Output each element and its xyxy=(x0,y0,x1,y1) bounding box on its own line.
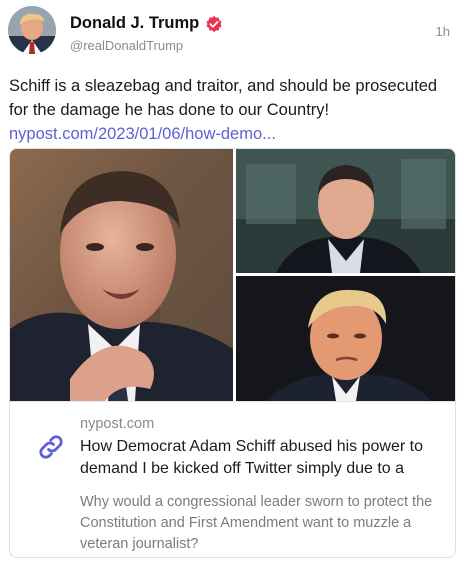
author-handle[interactable]: @realDonaldTrump xyxy=(70,38,183,53)
link-domain: nypost.com xyxy=(80,416,155,432)
verified-badge-icon xyxy=(206,15,222,32)
link-icon xyxy=(39,435,63,459)
truth-social-post: Donald J. Trump @realDonaldTrump 1h Schi… xyxy=(0,0,464,569)
link-preview-info[interactable]: nypost.com How Democrat Adam Schiff abus… xyxy=(10,401,455,557)
author-avatar[interactable] xyxy=(8,6,56,54)
link-title[interactable]: How Democrat Adam Schiff abused his powe… xyxy=(80,436,442,480)
post-text: Schiff is a sleazebag and traitor, and s… xyxy=(9,77,438,119)
author-name-row: Donald J. Trump xyxy=(70,14,223,33)
photo-donald-trump xyxy=(236,276,455,401)
photo-matt-taibbi xyxy=(236,149,455,273)
post-body: Schiff is a sleazebag and traitor, and s… xyxy=(9,74,457,146)
post-link[interactable]: nypost.com/2023/01/06/how-demo... xyxy=(9,125,276,143)
link-description: Why would a congressional leader sworn t… xyxy=(80,494,433,552)
post-timestamp[interactable]: 1h xyxy=(436,24,450,39)
avatar-photo xyxy=(8,6,56,54)
author-display-name[interactable]: Donald J. Trump xyxy=(70,14,199,33)
link-preview-card[interactable]: nypost.com How Democrat Adam Schiff abus… xyxy=(9,148,456,558)
photo-adam-schiff xyxy=(10,149,233,401)
